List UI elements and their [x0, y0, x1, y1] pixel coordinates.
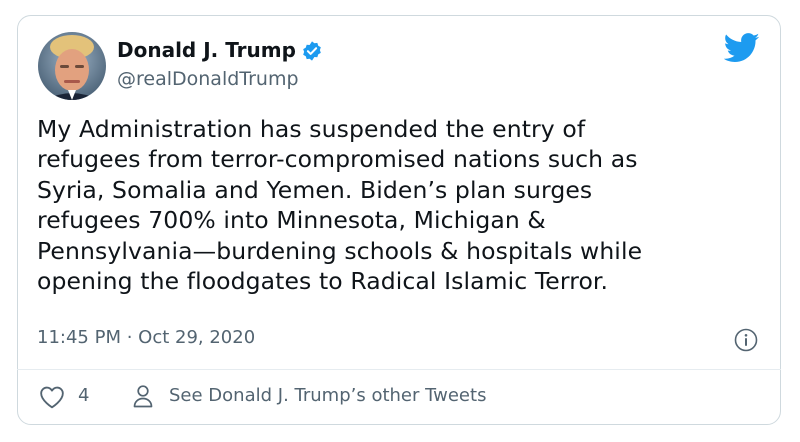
author-handle[interactable]: @realDonaldTrump	[117, 68, 299, 90]
verified-badge-icon	[301, 40, 323, 62]
author-name[interactable]: Donald J. Trump	[117, 38, 296, 62]
avatar[interactable]	[38, 32, 106, 100]
tweet-timestamp[interactable]: 11:45 PM · Oct 29, 2020	[37, 327, 255, 348]
info-icon[interactable]	[734, 328, 758, 352]
heart-icon[interactable]	[39, 385, 65, 409]
twitter-bird-icon[interactable]	[723, 33, 760, 63]
divider	[17, 369, 781, 370]
person-icon	[132, 384, 154, 408]
see-other-tweets-link[interactable]: See Donald J. Trump’s other Tweets	[169, 385, 486, 406]
tweet-text: My Administration has suspended the entr…	[37, 115, 643, 296]
like-count: 4	[78, 385, 90, 406]
